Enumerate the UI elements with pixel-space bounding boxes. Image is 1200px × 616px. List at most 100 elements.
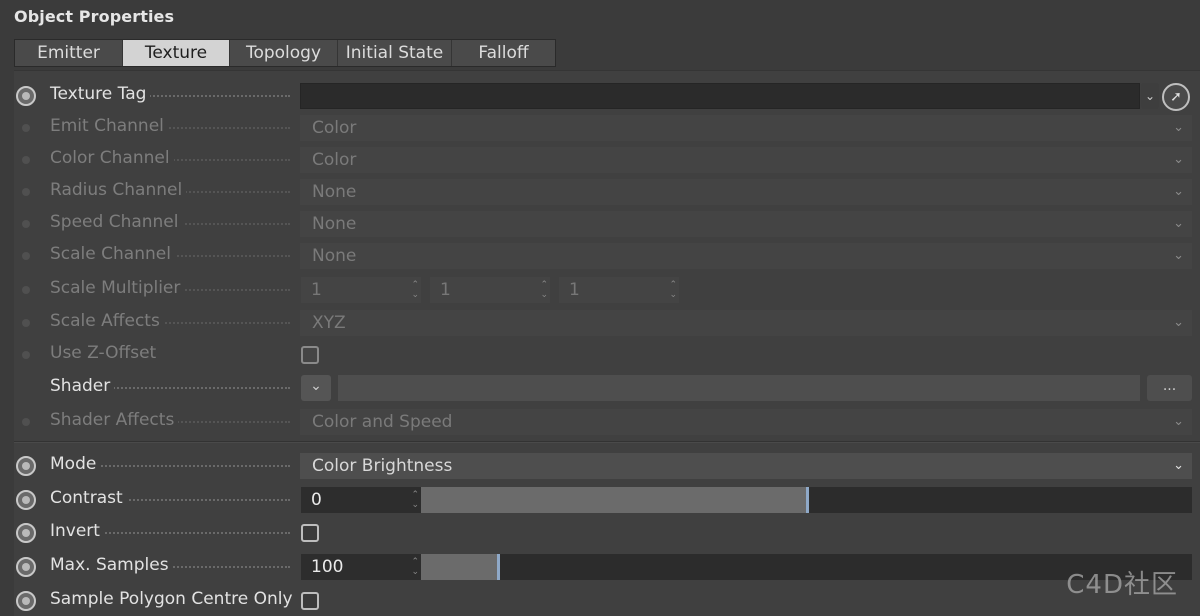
animate-radio-icon[interactable] [16,490,36,510]
animate-dot-icon [22,286,30,294]
shader-affects-label: Shader Affects [50,410,179,430]
animate-dot-icon [22,220,30,228]
chevron-down-icon: ⌄ [1173,414,1184,429]
scale-affects-value: XYZ [312,313,346,333]
mode-value: Color Brightness [312,456,453,476]
scale-affects-label: Scale Affects [50,311,164,331]
row-invert: Invert [0,518,1200,548]
row-radius-channel: Radius Channel None ⌄ [0,177,1200,207]
animate-radio-icon[interactable] [16,86,36,106]
tab-bar: Emitter Texture Topology Initial State F… [14,39,556,67]
animate-dot-icon [22,418,30,426]
contrast-value: 0 [311,490,322,510]
shader-more-button[interactable]: ... [1147,375,1192,401]
row-contrast: Contrast 0 ⌃ ⌄ [0,485,1200,515]
scale-affects-dropdown[interactable]: XYZ ⌄ [300,310,1192,336]
scale-multiplier-x-value: 1 [311,280,322,300]
radius-channel-label: Radius Channel [50,180,187,200]
animate-dot-icon [22,124,30,132]
animate-radio-icon[interactable] [16,557,36,577]
row-use-z-offset: Use Z-Offset [0,340,1200,370]
row-speed-channel: Speed Channel None ⌄ [0,209,1200,239]
animate-dot-icon [22,156,30,164]
animate-dot-icon [22,252,30,260]
tab-initial-state[interactable]: Initial State [338,40,452,66]
max-samples-slider-fill [421,554,498,580]
scale-channel-value: None [312,246,357,266]
max-samples-slider-handle[interactable] [497,554,500,580]
speed-channel-dropdown[interactable]: None ⌄ [300,211,1192,237]
animate-dot-icon [22,351,30,359]
max-samples-value: 100 [311,557,344,577]
spinner-arrows-icon[interactable]: ⌃ ⌄ [411,490,419,510]
row-sample-polygon-centre-only: Sample Polygon Centre Only [0,586,1200,616]
row-max-samples: Max. Samples 100 ⌃ ⌄ [0,552,1200,582]
spinner-arrows-icon[interactable]: ⌃ ⌄ [411,280,419,300]
contrast-input[interactable]: 0 ⌃ ⌄ [301,487,421,513]
pick-cursor-icon: ➚ [1170,89,1182,105]
chevron-down-icon: ⌄ [1173,216,1184,231]
invert-checkbox[interactable] [301,524,319,542]
tab-texture[interactable]: Texture [123,40,230,66]
spinner-arrows-icon[interactable]: ⌃ ⌄ [411,557,419,577]
emit-channel-dropdown[interactable]: Color ⌄ [300,115,1192,141]
animate-radio-icon[interactable] [16,523,36,543]
scale-multiplier-y-input[interactable]: 1 ⌃ ⌄ [430,277,550,303]
spinner-arrows-icon[interactable]: ⌃ ⌄ [669,280,677,300]
row-color-channel: Color Channel Color ⌄ [0,145,1200,175]
color-channel-dropdown[interactable]: Color ⌄ [300,147,1192,173]
chevron-down-icon: ⌄ [310,378,322,394]
scale-channel-dropdown[interactable]: None ⌄ [300,243,1192,269]
color-channel-label: Color Channel [50,148,174,168]
invert-label: Invert [50,521,104,541]
tab-topology[interactable]: Topology [230,40,338,66]
radius-channel-dropdown[interactable]: None ⌄ [300,179,1192,205]
mode-label: Mode [50,454,101,474]
chevron-down-icon: ⌄ [1173,120,1184,135]
scale-multiplier-label: Scale Multiplier [50,278,185,298]
chevron-down-icon: ⌄ [1173,152,1184,167]
contrast-label: Contrast [50,488,127,508]
tab-emitter[interactable]: Emitter [15,40,123,66]
row-mode: Mode Color Brightness ⌄ [0,451,1200,481]
radius-channel-value: None [312,182,357,202]
max-samples-input[interactable]: 100 ⌃ ⌄ [301,554,421,580]
row-texture-tag: Texture Tag ⌄ ➚ [0,81,1200,111]
scale-multiplier-y-value: 1 [440,280,451,300]
panel-title: Object Properties [14,7,175,26]
shader-affects-dropdown[interactable]: Color and Speed ⌄ [300,409,1192,435]
shader-affects-value: Color and Speed [312,412,453,432]
animate-radio-icon[interactable] [16,456,36,476]
emit-channel-label: Emit Channel [50,116,168,136]
animate-dot-icon [22,188,30,196]
shader-field[interactable] [338,375,1140,401]
shader-menu-button[interactable]: ⌄ [301,375,331,401]
animate-radio-icon[interactable] [16,591,36,611]
shader-label: Shader [50,376,115,396]
section-divider [14,441,1200,443]
chevron-down-icon: ⌄ [1173,248,1184,263]
scale-channel-label: Scale Channel [50,244,175,264]
sample-polygon-centre-only-checkbox[interactable] [301,592,319,610]
chevron-down-icon: ⌄ [1173,315,1184,330]
watermark: C4D社区 [1066,570,1178,600]
texture-tag-dropdown-button[interactable]: ⌄ [1141,83,1159,109]
sample-polygon-centre-only-label: Sample Polygon Centre Only [50,589,293,609]
chevron-down-icon: ⌄ [1144,89,1156,103]
scale-multiplier-z-input[interactable]: 1 ⌃ ⌄ [559,277,679,303]
row-scale-channel: Scale Channel None ⌄ [0,241,1200,271]
contrast-slider-handle[interactable] [806,487,809,513]
chevron-down-icon: ⌄ [1173,458,1184,473]
row-scale-affects: Scale Affects XYZ ⌄ [0,308,1200,338]
speed-channel-label: Speed Channel [50,212,183,232]
scale-multiplier-x-input[interactable]: 1 ⌃ ⌄ [301,277,421,303]
contrast-slider-fill [421,487,807,513]
tab-falloff[interactable]: Falloff [452,40,555,66]
use-z-offset-checkbox[interactable] [301,346,319,364]
row-scale-multiplier: Scale Multiplier 1 ⌃ ⌄ 1 ⌃ ⌄ 1 ⌃ ⌄ [0,275,1200,305]
contrast-slider[interactable] [421,487,1192,513]
mode-dropdown[interactable]: Color Brightness ⌄ [300,453,1192,479]
spinner-arrows-icon[interactable]: ⌃ ⌄ [540,280,548,300]
pick-button[interactable]: ➚ [1162,83,1190,111]
texture-tag-field[interactable] [300,83,1140,109]
